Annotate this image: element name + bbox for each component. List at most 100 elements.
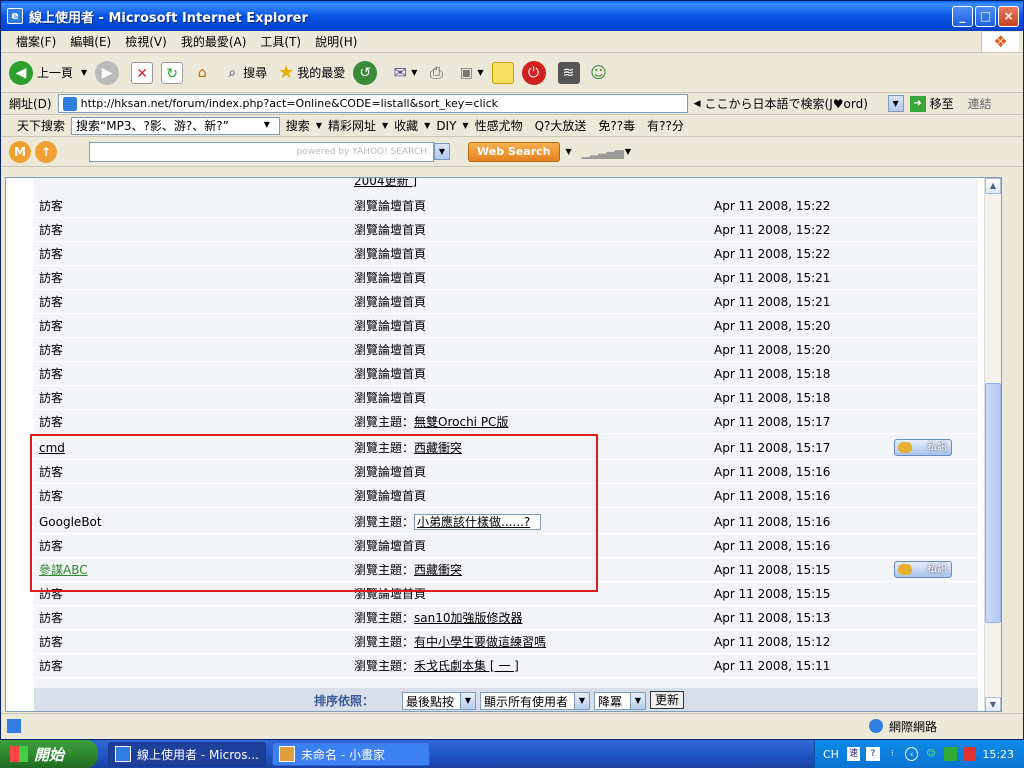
- table-row: 訪客 瀏覽主題：無雙Orochi PC版 Apr 11 2008, 15:17: [34, 410, 978, 434]
- language-indicator[interactable]: CH: [823, 748, 839, 761]
- private-message-button[interactable]: 私訊: [894, 439, 952, 456]
- linkbar-antivirus[interactable]: 免??毒: [592, 117, 641, 134]
- linkbar-collect[interactable]: 收藏: [388, 117, 424, 134]
- antivirus-tray-icon[interactable]: [963, 747, 977, 761]
- update-button[interactable]: 更新: [650, 691, 685, 709]
- filter-select[interactable]: 顯示所有使用者 ▼: [480, 692, 590, 710]
- action-cell: 瀏覽主題：有中小學生要做這練習嗎: [354, 633, 546, 650]
- messenger-button[interactable]: ☺: [588, 62, 610, 84]
- partial-topic-link[interactable]: 2004更新 ]: [354, 178, 417, 189]
- mail-button[interactable]: ✉ ▼: [389, 62, 418, 84]
- address-input[interactable]: http://hksan.net/forum/index.php?act=Onl…: [57, 94, 688, 113]
- linkbar-search-input[interactable]: 搜索“MP3、?影、游?、新?” ▼: [71, 116, 280, 135]
- web-search-button[interactable]: Web Search: [468, 141, 560, 162]
- chevron-down-icon[interactable]: ▼: [259, 117, 275, 134]
- note-button[interactable]: [491, 61, 514, 84]
- scroll-down-button[interactable]: ▼: [985, 697, 1001, 711]
- sort-key-select[interactable]: 最後點按 ▼: [402, 692, 476, 710]
- ime-indicator[interactable]: 速: [846, 747, 861, 761]
- time-cell: Apr 11 2008, 15:16: [714, 538, 831, 553]
- minimize-button[interactable]: _: [952, 5, 973, 27]
- topic-link[interactable]: 禾戈氏劇本集 [ 一 ]: [414, 659, 519, 673]
- back-arrow-icon: ◀: [9, 60, 33, 85]
- linkbar-sites[interactable]: 精彩网址: [322, 117, 382, 134]
- history-button[interactable]: ↺: [353, 60, 381, 85]
- table-row: 訪客 瀏覽主題：san10加強版修改器 Apr 11 2008, 15:13: [34, 606, 978, 630]
- addon-button-2[interactable]: ≋: [557, 61, 580, 84]
- start-button[interactable]: 開始: [0, 740, 98, 768]
- task-paint-label: 未命名 - 小畫家: [301, 747, 385, 762]
- time-cell: Apr 11 2008, 15:20: [714, 318, 831, 333]
- table-row: 訪客 瀏覽論壇首頁 Apr 11 2008, 15:21: [34, 266, 978, 290]
- menu-help[interactable]: 說明(H): [308, 33, 364, 50]
- yahoo-menu-button[interactable]: M ↑: [9, 140, 63, 163]
- time-cell: Apr 11 2008, 15:18: [714, 390, 831, 405]
- address-dropdown-button[interactable]: ▼: [887, 95, 904, 112]
- yahoo-dropdown-button[interactable]: ▼: [434, 143, 450, 160]
- links-label[interactable]: 連結: [968, 95, 992, 112]
- jp-search-box[interactable]: ◀ ここから日本語で検索(J♥ord): [687, 94, 888, 113]
- favorites-button[interactable]: ★ 我的最愛: [275, 62, 345, 84]
- forward-button[interactable]: ▶: [95, 60, 123, 85]
- address-url: http://hksan.net/forum/index.php?act=Onl…: [80, 97, 499, 110]
- linkbar-sexy[interactable]: 性感尤物: [469, 117, 529, 134]
- topic-link[interactable]: san10加強版修改器: [414, 611, 522, 625]
- table-row: 訪客 瀏覽主題：禾戈氏劇本集 [ 一 ] Apr 11 2008, 15:11: [34, 654, 978, 678]
- action-prefix: 瀏覽論壇首頁: [354, 319, 427, 333]
- scroll-thumb[interactable]: [985, 383, 1001, 623]
- signal-dropdown-icon[interactable]: ▼: [625, 147, 631, 156]
- search-icon: ⌕: [228, 64, 237, 81]
- back-button[interactable]: ◀ 上一頁 ▼: [9, 60, 87, 85]
- linkbar-score[interactable]: 有??分: [641, 117, 690, 134]
- topic-link[interactable]: 無雙Orochi PC版: [414, 415, 508, 429]
- print-button[interactable]: ⎙: [425, 62, 447, 84]
- close-button[interactable]: ×: [998, 5, 1019, 27]
- help-icon[interactable]: ?: [866, 747, 880, 761]
- time-cell: Apr 11 2008, 15:21: [714, 270, 831, 285]
- task-paint[interactable]: 未命名 - 小畫家: [272, 742, 430, 766]
- task-ie[interactable]: 線上使用者 - Micros...: [108, 742, 266, 766]
- time-cell: Apr 11 2008, 15:16: [714, 464, 831, 479]
- linkbar-diy[interactable]: DIY: [430, 119, 462, 133]
- title-bar[interactable]: e 線上使用者 - Microsoft Internet Explorer _ …: [1, 1, 1023, 31]
- maximize-button[interactable]: □: [975, 5, 996, 27]
- tray-expand-icon[interactable]: ‹: [904, 747, 919, 761]
- go-button[interactable]: ➜ 移至: [909, 95, 954, 112]
- refresh-icon: ↻: [161, 61, 184, 84]
- yahoo-search-input[interactable]: powered by YAHOO! SEARCH: [89, 141, 434, 162]
- home-button[interactable]: ⌂: [191, 62, 213, 84]
- web-search-dropdown-icon[interactable]: ▼: [566, 147, 572, 156]
- zone-label: 網際網路: [889, 719, 938, 734]
- linkbar-giveaway[interactable]: Q?大放送: [529, 117, 593, 134]
- up-arrow-icon: ↑: [35, 140, 57, 163]
- clock[interactable]: 15:23: [982, 748, 1014, 761]
- time-cell: Apr 11 2008, 15:22: [714, 246, 831, 261]
- network-tray-icon[interactable]: [943, 747, 958, 761]
- menu-edit[interactable]: 編輯(E): [63, 33, 118, 50]
- private-message-button[interactable]: 私訊: [894, 561, 952, 578]
- linkbar-search-button[interactable]: 搜索: [280, 117, 316, 134]
- back-dropdown-icon[interactable]: ▼: [81, 68, 87, 77]
- messenger-tray-icon[interactable]: ☺: [924, 747, 937, 761]
- linkbar-brand[interactable]: 天下搜索: [11, 117, 71, 134]
- table-row: 訪客 瀏覽論壇首頁 Apr 11 2008, 15:21: [34, 290, 978, 314]
- menu-favorites[interactable]: 我的最愛(A): [174, 33, 254, 50]
- edit-button[interactable]: ▣ ▼: [455, 62, 484, 84]
- stop-button[interactable]: ✕: [131, 61, 154, 84]
- menu-tools[interactable]: 工具(T): [253, 33, 308, 50]
- user-cell: 訪客: [39, 635, 64, 649]
- vertical-scrollbar[interactable]: ▲ ▼: [984, 178, 1001, 711]
- refresh-button[interactable]: ↻: [161, 61, 184, 84]
- menu-file[interactable]: 檔案(F): [9, 33, 63, 50]
- order-select[interactable]: 降冪 ▼: [594, 692, 646, 710]
- action-cell: 瀏覽主題：禾戈氏劇本集 [ 一 ]: [354, 657, 519, 674]
- action-cell: 瀏覽論壇首頁: [354, 269, 426, 286]
- search-button[interactable]: ⌕ 搜尋: [221, 62, 267, 84]
- menu-view[interactable]: 檢視(V): [118, 33, 174, 50]
- pm-label: 私訊: [927, 442, 947, 453]
- tray-options-icon[interactable]: ⁝: [886, 747, 899, 761]
- topic-link[interactable]: 有中小學生要做這練習嗎: [414, 635, 546, 649]
- scroll-up-button[interactable]: ▲: [985, 178, 1001, 194]
- addon-button-1[interactable]: ⏻: [521, 60, 550, 85]
- sort-key-value: 最後點按: [406, 694, 455, 709]
